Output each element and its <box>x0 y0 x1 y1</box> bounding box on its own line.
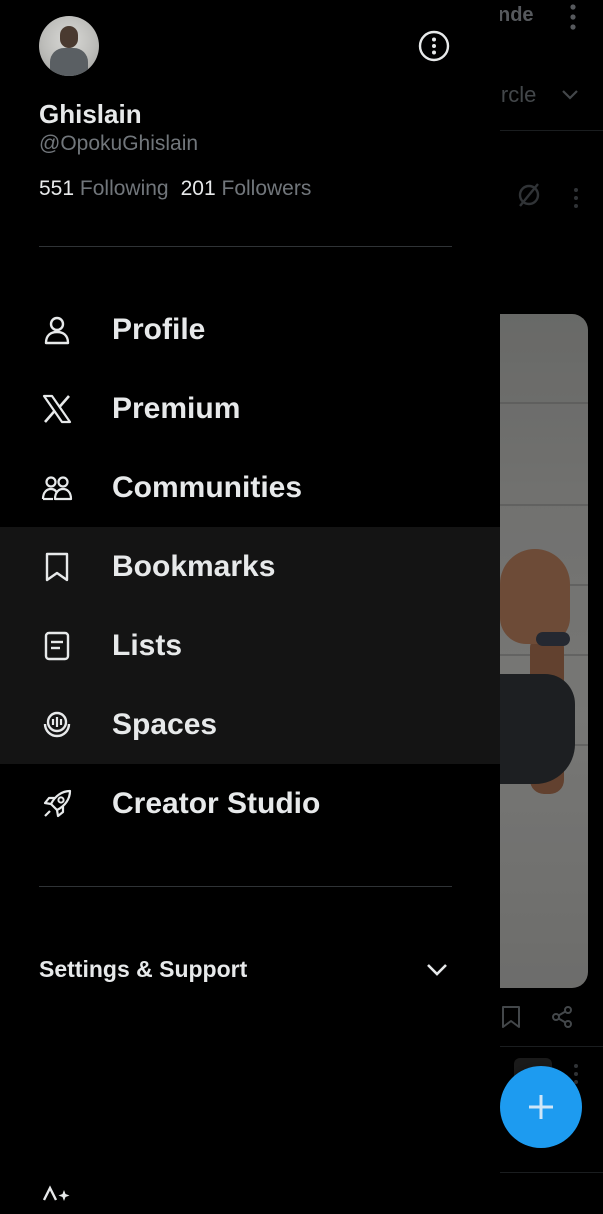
chevron-down-icon <box>427 964 447 976</box>
followers-count: 201 <box>180 177 216 200</box>
following-label: Following <box>79 177 169 200</box>
following-link[interactable]: 551 Following <box>39 177 169 201</box>
menu-item-spaces[interactable]: Spaces <box>0 685 500 764</box>
followers-link[interactable]: 201 Followers <box>181 177 312 201</box>
follow-stats: 551 Following 201 Followers <box>39 177 311 201</box>
menu-item-label: Lists <box>112 628 183 662</box>
menu-item-communities[interactable]: Communities <box>0 448 500 527</box>
sparkle-icon[interactable] <box>40 1184 74 1214</box>
menu-item-label: Spaces <box>112 707 218 741</box>
bookmark-icon <box>45 552 69 581</box>
menu-item-lists[interactable]: Lists <box>0 606 500 685</box>
kebab-icon[interactable] <box>570 186 582 210</box>
kebab-icon[interactable] <box>565 2 581 34</box>
display-name[interactable]: Ghislain <box>39 99 142 130</box>
communities-icon <box>41 475 73 500</box>
drawer-menu: Profile Premium Communities Bookmarks Li… <box>0 290 500 843</box>
timeline-header-text: nde <box>498 4 534 26</box>
following-count: 551 <box>39 177 75 200</box>
user-handle[interactable]: @OpokuGhislain <box>39 132 198 156</box>
spaces-icon <box>43 711 71 737</box>
menu-item-label: Premium <box>112 391 241 425</box>
share-icon[interactable] <box>550 1005 574 1029</box>
divider <box>500 1046 603 1047</box>
menu-item-label: Bookmarks <box>112 549 276 583</box>
more-options-icon[interactable] <box>418 30 450 62</box>
navigation-drawer: Ghislain @OpokuGhislain 551 Following 20… <box>0 0 500 1201</box>
settings-support-toggle[interactable]: Settings & Support <box>0 940 500 998</box>
divider <box>500 130 603 131</box>
compose-button[interactable] <box>500 1066 582 1148</box>
plus-icon <box>529 1095 553 1119</box>
menu-item-premium[interactable]: Premium <box>0 369 500 448</box>
divider <box>500 1172 603 1173</box>
chevron-down-icon <box>562 90 578 100</box>
no-sign-icon[interactable] <box>514 180 544 210</box>
menu-item-bookmarks[interactable]: Bookmarks <box>0 527 500 606</box>
x-logo-icon <box>42 394 72 423</box>
followers-label: Followers <box>221 177 312 200</box>
divider <box>39 886 452 887</box>
menu-item-label: Communities <box>112 470 303 504</box>
menu-item-profile[interactable]: Profile <box>0 290 500 369</box>
menu-item-creator-studio[interactable]: Creator Studio <box>0 764 500 843</box>
timeline-tab[interactable]: ircle <box>496 82 536 108</box>
avatar[interactable] <box>39 16 99 76</box>
list-icon <box>44 631 70 660</box>
menu-item-label: Profile <box>112 312 206 346</box>
divider <box>39 246 452 247</box>
menu-item-label: Creator Studio <box>112 786 321 820</box>
settings-support-label: Settings & Support <box>39 956 248 982</box>
rocket-icon <box>43 789 72 817</box>
bookmark-icon[interactable] <box>500 1005 522 1029</box>
person-icon <box>44 316 70 344</box>
